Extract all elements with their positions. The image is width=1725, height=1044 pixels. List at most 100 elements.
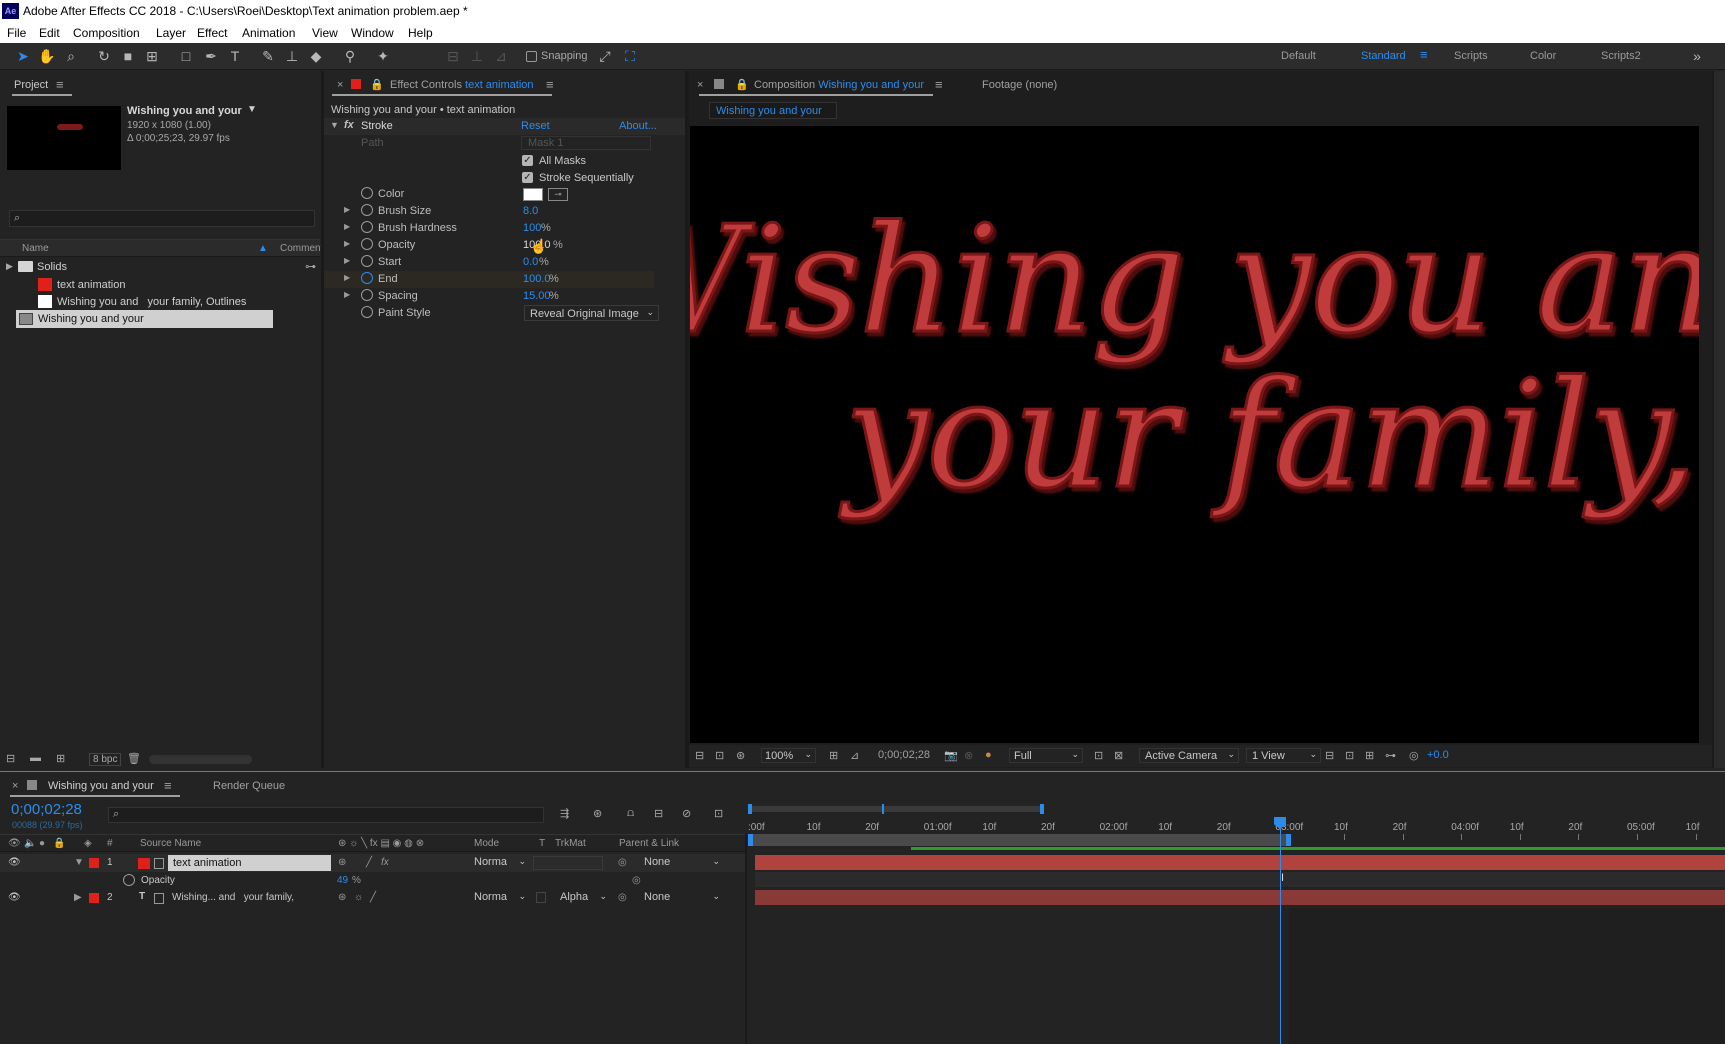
col-comment[interactable]: Comment (280, 243, 323, 254)
stopwatch-icon[interactable] (361, 187, 373, 199)
blend-mode-select[interactable]: Norma ⌄ (474, 856, 528, 870)
puppet-pin-tool-icon[interactable]: ✦ (374, 47, 392, 65)
camera-select[interactable]: Active Camera ⌄ (1139, 748, 1239, 763)
workspace-color[interactable]: Color (1530, 50, 1556, 62)
expand-triangle-icon[interactable]: ▶ (344, 290, 350, 299)
rotate-tool-icon[interactable]: ↻ (95, 47, 113, 65)
quality-switch-icon[interactable]: ╱ (370, 892, 376, 903)
composition-mini-flowchart-icon[interactable]: ⇶ (560, 807, 569, 820)
pen-tool-icon[interactable]: ✒ (202, 47, 220, 65)
draft-3d-icon[interactable]: ⊛ (593, 807, 602, 820)
toggle-pixel-aspect-icon[interactable]: ⊟ (1325, 749, 1334, 762)
project-search-input[interactable]: ⌕ (9, 210, 315, 227)
solo-icon[interactable]: ● (39, 838, 45, 849)
time-ruler[interactable]: :00f 10f 20f 01:00f 10f 20f 02:00f 10f 20f 03:00f… (748, 816, 1725, 840)
type-tool-icon[interactable]: T (226, 47, 244, 65)
collapse-triangle-icon[interactable]: ▼ (74, 857, 84, 868)
menu-animation[interactable]: Animation (242, 26, 295, 40)
timeline-icon[interactable]: ⊞ (1365, 749, 1374, 762)
list-item[interactable]: text animation (0, 276, 320, 293)
expand-triangle-icon[interactable]: ▶ (344, 256, 350, 265)
pan-behind-tool-icon[interactable]: ⊞ (143, 47, 161, 65)
lock-icon[interactable]: 🔒 (370, 78, 384, 91)
prop-value[interactable]: 8.0 (523, 205, 538, 217)
current-time-display[interactable]: 0;00;02;28 (11, 801, 82, 818)
graph-editor-icon[interactable]: ⊡ (714, 807, 723, 820)
workspace-menu-icon[interactable]: ≡ (1420, 47, 1428, 62)
eye-icon[interactable]: 👁 (8, 892, 21, 903)
time-graph[interactable]: :00f 10f 20f 01:00f 10f 20f 02:00f 10f 20f 03:00f… (748, 802, 1725, 1044)
workspace-scripts2[interactable]: Scripts2 (1601, 50, 1641, 62)
fx-icon[interactable]: fx (344, 119, 354, 131)
fast-previews-icon[interactable]: ⊡ (1094, 749, 1103, 762)
comp-sub-tab[interactable]: Wishing you and your (709, 102, 837, 119)
prop-row-paint-style[interactable]: Paint Style Reveal Original Image ⌄ (324, 305, 659, 322)
blend-mode-select[interactable]: Norma ⌄ (474, 891, 528, 905)
snapping-checkbox[interactable] (526, 51, 537, 62)
time-navigator[interactable] (748, 804, 1044, 814)
resolution-select[interactable]: Full ⌄ (1009, 748, 1083, 763)
pick-whip-icon[interactable]: ◎ (632, 875, 641, 886)
navigator-start-handle[interactable] (748, 804, 752, 814)
effect-switch-icon[interactable]: fx (381, 857, 389, 868)
stopwatch-icon[interactable] (123, 874, 135, 886)
viewer-timecode[interactable]: 0;00;02;28 (878, 749, 930, 761)
show-snapshot-icon[interactable]: ⊗ (964, 749, 973, 762)
collapse-switch-icon[interactable]: ⊛ (338, 892, 346, 903)
expand-triangle-icon[interactable]: ▶ (344, 273, 350, 282)
playhead-line[interactable] (1280, 818, 1281, 1044)
layer-subprop-row[interactable]: Opacity 49 % ◎ (0, 872, 745, 889)
menu-effect[interactable]: Effect (197, 26, 227, 40)
snap-edges-icon[interactable]: ⛶ (621, 47, 639, 65)
prop-row-start[interactable]: ▶ Start 0.0 % (324, 254, 654, 271)
zoom-tool-icon[interactable]: ⌕ (62, 47, 80, 65)
new-folder-icon[interactable]: ▬ (30, 752, 41, 764)
color-channels-icon[interactable]: ● (985, 749, 992, 761)
reset-button[interactable]: Reset (521, 120, 550, 132)
label-icon[interactable]: ◈ (84, 838, 92, 849)
timeline-divider[interactable] (745, 834, 747, 1044)
prop-value[interactable]: 100 (523, 222, 541, 234)
timeline-tab[interactable]: Wishing you and your (48, 780, 154, 792)
collapse-triangle-icon[interactable]: ▼ (330, 120, 339, 130)
menu-help[interactable]: Help (408, 26, 433, 40)
prop-row-opacity[interactable]: ▶ Opacity 100.0 % ☝ (324, 237, 654, 254)
bit-depth-button[interactable]: 8 bpc (89, 753, 122, 766)
selection-tool-icon[interactable]: ➤ (14, 47, 32, 65)
monitor-icon[interactable]: ⊡ (715, 749, 724, 762)
work-area-end-handle[interactable] (1286, 834, 1291, 846)
project-tab[interactable]: Project (14, 79, 48, 91)
workspace-default[interactable]: Default (1281, 50, 1316, 62)
frame-blending-icon[interactable]: ⊟ (654, 807, 663, 820)
menu-layer[interactable]: Layer (156, 26, 186, 40)
eye-icon[interactable]: 👁 (8, 857, 21, 868)
footage-tab[interactable]: Footage (none) (982, 79, 1057, 91)
brush-tool-icon[interactable]: ✎ (259, 47, 277, 65)
zoom-select[interactable]: 100% ⌄ (761, 748, 816, 763)
expand-triangle-icon[interactable]: ▶ (344, 205, 350, 214)
comp-dropdown-icon[interactable]: ▼ (247, 104, 257, 115)
flowchart-icon[interactable]: ⊶ (1385, 749, 1396, 762)
layer-1-duration-bar[interactable] (755, 855, 1725, 870)
collapse-switch-icon[interactable]: ⊛ (338, 857, 346, 868)
menu-composition[interactable]: Composition (73, 26, 140, 40)
workspace-standard[interactable]: Standard (1361, 50, 1406, 62)
region-of-interest-icon[interactable]: ⊿ (850, 749, 859, 762)
snapshot-camera-icon[interactable]: 📷 (944, 749, 958, 762)
mask-visibility-icon[interactable]: ⊛ (736, 749, 745, 762)
sort-ascending-icon[interactable]: ▲ (258, 243, 268, 254)
composition-tab[interactable]: Composition Wishing you and your (754, 79, 924, 91)
quality-switch-icon[interactable]: ╱ (366, 857, 372, 868)
render-preview-icon[interactable]: ⊡ (1345, 749, 1354, 762)
menu-edit[interactable]: Edit (39, 26, 60, 40)
audio-icon[interactable]: 🔈 (24, 838, 36, 849)
navigator-end-handle[interactable] (1040, 804, 1044, 814)
view-layout-select[interactable]: 1 View ⌄ (1246, 748, 1321, 763)
color-swatch[interactable] (523, 188, 543, 201)
eraser-tool-icon[interactable]: ◆ (307, 47, 325, 65)
stopwatch-icon[interactable] (361, 306, 373, 318)
interpret-footage-icon[interactable]: ⊟ (6, 752, 15, 765)
hand-tool-icon[interactable]: ✋ (38, 47, 56, 65)
lock-icon[interactable]: 🔒 (735, 78, 749, 91)
preserve-transparency-checkbox[interactable] (536, 892, 546, 903)
